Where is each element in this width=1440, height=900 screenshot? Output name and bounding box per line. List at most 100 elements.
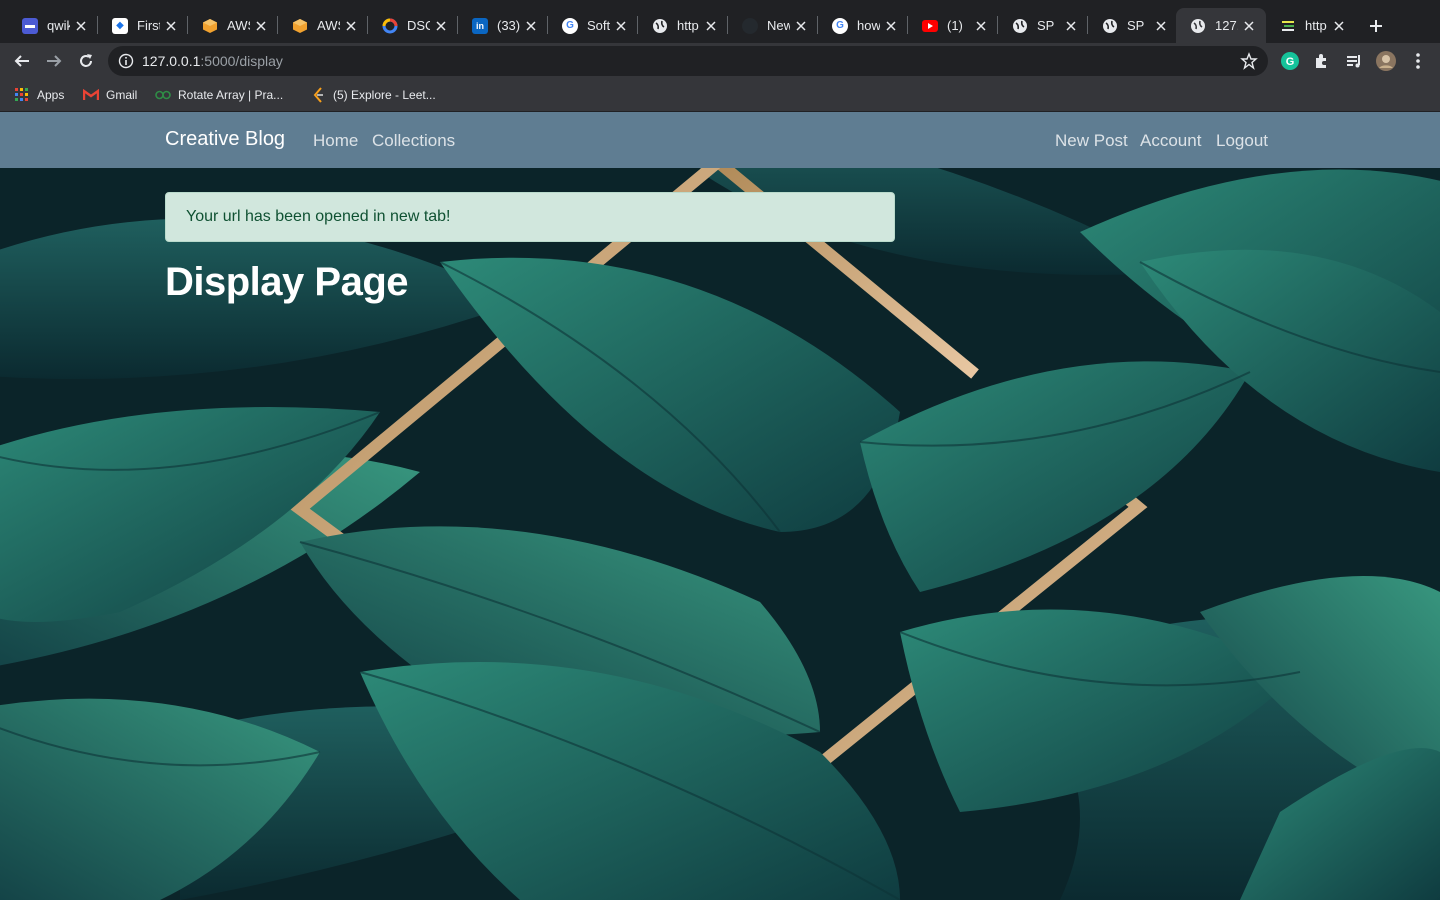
close-icon[interactable] bbox=[434, 19, 448, 33]
url-text: 127.0.0.1:5000/display bbox=[142, 53, 283, 69]
tab-title: http bbox=[677, 18, 699, 33]
browser-toolbar: 127.0.0.1:5000/display G bbox=[0, 43, 1440, 79]
linkedin-icon: in bbox=[472, 17, 488, 34]
gfg-icon bbox=[155, 87, 171, 103]
bookmark-rotate-array[interactable]: Rotate Array | Pra... bbox=[155, 87, 283, 103]
apps-grid-icon bbox=[14, 87, 30, 103]
bookmark-leetcode[interactable]: (5) Explore - Leet... bbox=[310, 87, 436, 103]
globe-icon bbox=[1012, 18, 1028, 34]
leetcode-icon bbox=[310, 87, 326, 103]
qwiklabs-icon: ▬ bbox=[22, 17, 38, 34]
tab-first[interactable]: ◆ First bbox=[98, 8, 188, 43]
close-icon[interactable] bbox=[884, 19, 898, 33]
tab-title: New bbox=[767, 18, 790, 33]
close-icon[interactable] bbox=[254, 19, 268, 33]
tab-strip: ▬ qwik ◆ First AWS AWS DSC in (33) G Sof… bbox=[0, 0, 1440, 43]
github-icon bbox=[742, 17, 758, 34]
google-icon: G bbox=[562, 17, 578, 34]
reload-button[interactable] bbox=[72, 47, 100, 75]
close-icon[interactable] bbox=[1064, 19, 1078, 33]
address-bar[interactable]: 127.0.0.1:5000/display bbox=[108, 46, 1268, 76]
tab-title: AWS bbox=[227, 18, 250, 33]
tab-google-soft[interactable]: G Soft bbox=[548, 8, 638, 43]
tab-title: (33) bbox=[497, 18, 520, 33]
close-icon[interactable] bbox=[524, 19, 538, 33]
close-icon[interactable] bbox=[164, 19, 178, 33]
grammarly-icon[interactable]: G bbox=[1280, 51, 1300, 71]
more-menu-icon[interactable] bbox=[1408, 51, 1428, 71]
tab-title: AWS bbox=[317, 18, 340, 33]
tab-google-how[interactable]: G how bbox=[818, 8, 908, 43]
url-path: :5000/display bbox=[200, 53, 283, 69]
close-icon[interactable] bbox=[1154, 19, 1168, 33]
nav-collections-link[interactable]: Collections bbox=[372, 131, 455, 151]
arrow-left-icon bbox=[14, 55, 29, 67]
close-icon[interactable] bbox=[344, 19, 358, 33]
bookmark-gmail[interactable]: Gmail bbox=[83, 87, 137, 103]
plus-icon bbox=[1370, 20, 1382, 32]
page-viewport: Creative Blog Home Collections New Post … bbox=[0, 112, 1440, 900]
bookmark-label: Gmail bbox=[106, 88, 138, 102]
site-info-icon[interactable] bbox=[118, 53, 134, 69]
bookmarks-bar: Apps Gmail Rotate Array | Pra... (5) Exp… bbox=[0, 79, 1440, 112]
nav-home-link[interactable]: Home bbox=[313, 131, 358, 151]
tab-active-localhost[interactable]: 127. bbox=[1176, 8, 1266, 43]
close-icon[interactable] bbox=[1242, 19, 1256, 33]
bookmark-star-icon[interactable] bbox=[1240, 52, 1258, 70]
tab-aws-1[interactable]: AWS bbox=[188, 8, 278, 43]
nav-new-post-link[interactable]: New Post bbox=[1055, 131, 1128, 151]
tab-linkedin[interactable]: in (33) bbox=[458, 8, 548, 43]
bookmark-label: Apps bbox=[37, 88, 65, 102]
extensions-puzzle-icon[interactable] bbox=[1312, 51, 1332, 71]
globe-icon bbox=[1102, 18, 1118, 34]
bookmark-label: Rotate Array | Pra... bbox=[178, 88, 284, 102]
aws-cube-icon bbox=[292, 18, 308, 34]
tab-github-new[interactable]: New bbox=[728, 8, 818, 43]
bookmark-apps[interactable]: Apps bbox=[14, 87, 64, 103]
bookmark-list-icon bbox=[1280, 18, 1296, 34]
dsc-icon bbox=[382, 18, 398, 34]
svg-text:G: G bbox=[1286, 56, 1295, 68]
close-icon[interactable] bbox=[614, 19, 628, 33]
site-navbar: Creative Blog Home Collections New Post … bbox=[0, 112, 1440, 168]
tab-title: SP bbox=[1127, 18, 1145, 33]
media-queue-icon[interactable] bbox=[1344, 51, 1364, 71]
tab-qwiklabs[interactable]: ▬ qwik bbox=[8, 8, 98, 43]
nav-account-link[interactable]: Account bbox=[1140, 131, 1201, 151]
tab-dsc[interactable]: DSC bbox=[368, 8, 458, 43]
arrow-right-icon bbox=[47, 55, 62, 67]
tab-title: (1) bbox=[947, 18, 963, 33]
new-tab-button[interactable] bbox=[1362, 12, 1390, 40]
globe-icon bbox=[1190, 18, 1206, 34]
close-icon[interactable] bbox=[1332, 19, 1346, 33]
gmail-icon bbox=[83, 87, 99, 103]
brand-link[interactable]: Creative Blog bbox=[165, 128, 285, 151]
youtube-icon bbox=[922, 18, 938, 34]
tab-title: First bbox=[137, 18, 160, 33]
profile-avatar[interactable] bbox=[1376, 51, 1396, 71]
close-icon[interactable] bbox=[974, 19, 988, 33]
back-button[interactable] bbox=[8, 47, 36, 75]
workspace-icon: ◆ bbox=[112, 17, 128, 34]
close-icon[interactable] bbox=[704, 19, 718, 33]
close-icon[interactable] bbox=[74, 19, 88, 33]
forward-button[interactable] bbox=[40, 47, 68, 75]
globe-icon bbox=[652, 18, 668, 34]
tab-sp-2[interactable]: SP bbox=[1088, 8, 1178, 43]
tab-sp-1[interactable]: SP bbox=[998, 8, 1088, 43]
tab-youtube[interactable]: (1) bbox=[908, 8, 998, 43]
tab-title: SP bbox=[1037, 18, 1055, 33]
success-alert: Your url has been opened in new tab! bbox=[165, 192, 895, 242]
aws-cube-icon bbox=[202, 18, 218, 34]
tab-title: http bbox=[1305, 18, 1327, 33]
tab-title: qwik bbox=[47, 18, 70, 33]
tab-title: DSC bbox=[407, 18, 430, 33]
close-icon[interactable] bbox=[794, 19, 808, 33]
tab-http-1[interactable]: http bbox=[638, 8, 728, 43]
tab-http-2[interactable]: http bbox=[1266, 8, 1356, 43]
url-host: 127.0.0.1 bbox=[142, 53, 201, 69]
tab-title: how bbox=[857, 18, 880, 33]
tab-title: 127. bbox=[1215, 18, 1238, 33]
nav-logout-link[interactable]: Logout bbox=[1216, 131, 1268, 151]
tab-aws-2[interactable]: AWS bbox=[278, 8, 368, 43]
